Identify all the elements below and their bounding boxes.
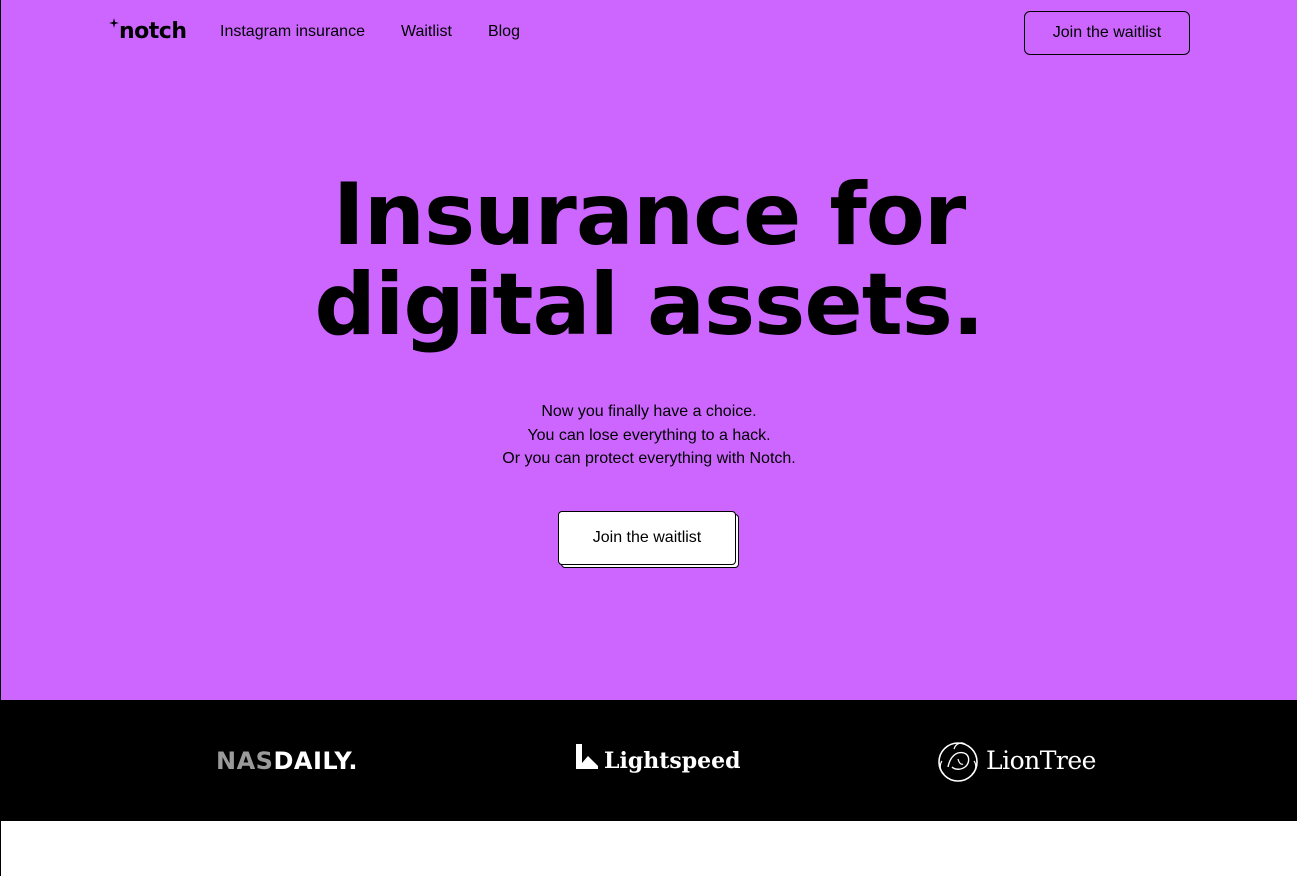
hero-join-waitlist-button[interactable]: Join the waitlist: [558, 511, 736, 565]
hero-headline: Insurance for digital assets.: [1, 170, 1297, 350]
headline-line-2: digital assets.: [314, 255, 984, 355]
lightspeed-logo-text: Lightspeed: [604, 747, 741, 774]
lightspeed-logo: Lightspeed: [575, 700, 741, 821]
nav-instagram-insurance[interactable]: Instagram insurance: [220, 22, 365, 42]
liontree-logo: LionTree: [934, 700, 1096, 821]
subtext-line-1: Now you finally have a choice.: [541, 403, 757, 420]
liontree-logo-icon: [938, 741, 978, 782]
hero-section: notch Instagram insurance Waitlist Blog …: [1, 0, 1297, 700]
subtext-line-3: Or you can protect everything with Notch…: [502, 450, 796, 467]
nav-waitlist[interactable]: Waitlist: [401, 22, 452, 42]
liontree-logo-text: LionTree: [986, 746, 1096, 775]
partner-logos-band: NAS DAILY. Lightspeed LionTree: [1, 700, 1297, 821]
header-join-waitlist-button[interactable]: Join the waitlist: [1024, 11, 1190, 55]
hero-cta-wrapper: Join the waitlist: [558, 511, 740, 569]
main-nav: Instagram insurance Waitlist Blog: [220, 22, 556, 42]
logo-text: notch: [119, 19, 187, 44]
lightspeed-logo-icon: [576, 743, 598, 769]
nav-blog[interactable]: Blog: [488, 22, 520, 42]
hero-subtext: Now you finally have a choice. You can l…: [1, 400, 1297, 471]
nasdaily-logo-part-a: NAS: [216, 746, 274, 775]
subtext-line-2: You can lose everything to a hack.: [527, 426, 771, 444]
page: notch Instagram insurance Waitlist Blog …: [0, 0, 1297, 876]
nasdaily-logo: NAS DAILY.: [216, 700, 358, 821]
headline-line-1: Insurance for: [332, 165, 966, 265]
nasdaily-logo-part-b: DAILY.: [273, 746, 358, 775]
notch-logo[interactable]: notch: [109, 18, 187, 44]
sparkle-icon: [109, 18, 119, 28]
